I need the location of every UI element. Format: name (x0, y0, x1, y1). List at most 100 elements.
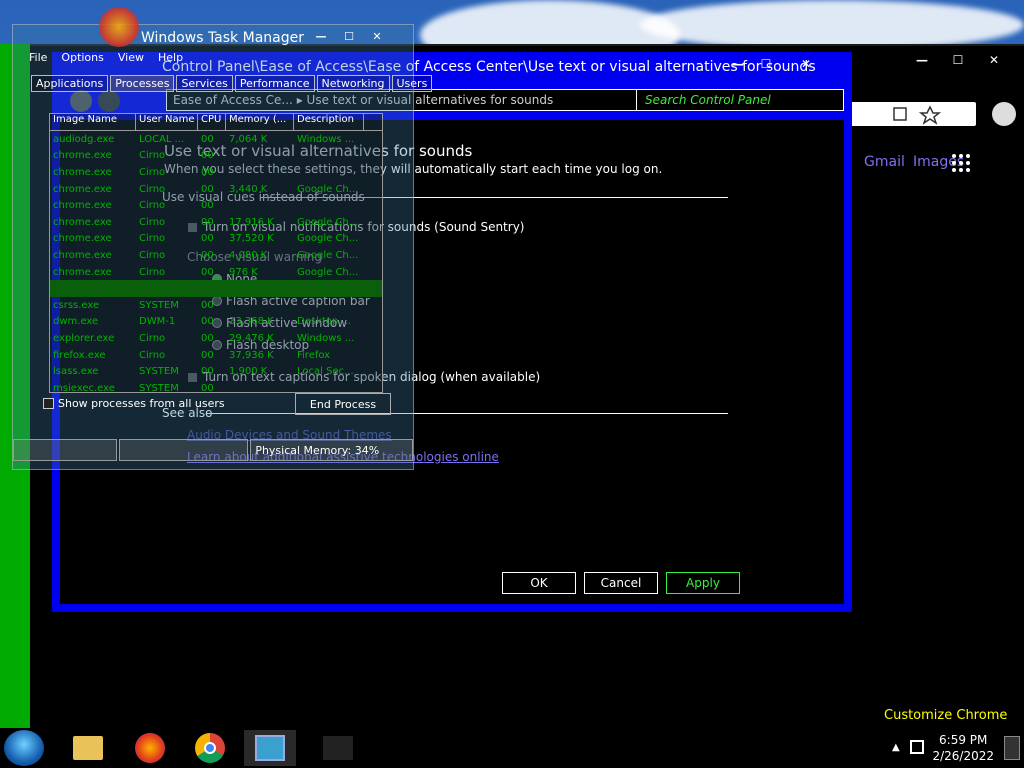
customize-chrome-link[interactable]: Customize Chrome (884, 708, 1007, 723)
cancel-button[interactable]: Cancel (584, 572, 658, 594)
table-cell: Cirno (139, 216, 166, 228)
table-row[interactable]: msiexec.exe SYSTEM 00 (50, 380, 382, 392)
ok-button[interactable]: OK (502, 572, 576, 594)
task-manager-taskbar-icon[interactable] (312, 730, 364, 766)
close-button[interactable]: ✕ (363, 27, 391, 45)
table-row[interactable]: chrome.exe Cirno 00 (50, 164, 382, 181)
table-cell: Cirno (139, 150, 166, 162)
table-cell: 1,900 K (229, 366, 268, 378)
menu-help[interactable]: Help (158, 51, 183, 64)
table-row[interactable]: chrome.exe Cirno 00 17,916 K Google Ch... (50, 214, 382, 231)
control-panel-icon (255, 735, 285, 761)
column-header-cpu[interactable]: CPU (198, 114, 226, 130)
gmail-link[interactable]: Gmail (864, 154, 905, 170)
table-cell: 7,064 K (229, 133, 268, 145)
table-cell: 00 (201, 366, 214, 378)
table-header: Image Name User Name CPU Memory (... Des… (50, 114, 382, 131)
table-cell: Windows ... (297, 332, 355, 344)
minimize-button[interactable]: — (724, 54, 752, 74)
table-cell: 00 (201, 249, 214, 261)
table-cell: chrome.exe (53, 183, 112, 195)
table-cell: firefox.exe (53, 349, 106, 361)
profile-avatar-icon[interactable] (992, 102, 1016, 126)
show-hidden-icons-icon[interactable]: ▲ (892, 742, 900, 753)
apply-button[interactable]: Apply (666, 572, 740, 594)
task-manager-window: Windows Task Manager — ☐ ✕ File Options … (12, 7, 433, 470)
table-cell: 00 (201, 266, 214, 278)
search-input[interactable]: Search Control Panel (636, 89, 844, 111)
table-cell: 17,916 K (229, 216, 274, 228)
star-icon[interactable] (918, 105, 942, 125)
table-cell: chrome.exe (53, 233, 112, 245)
firefox-taskbar-icon[interactable] (124, 730, 176, 766)
checkbox-checked-icon[interactable] (43, 398, 54, 409)
table-cell: Cirno (139, 166, 166, 178)
chrome-taskbar-icon[interactable] (184, 730, 236, 766)
omnibox-icons (893, 105, 942, 125)
share-icon[interactable] (893, 107, 907, 121)
table-row[interactable]: explorer.exe Cirno 00 29,476 K Windows ... (50, 330, 382, 347)
menu-file[interactable]: File (29, 51, 47, 64)
maximize-button[interactable]: ☐ (752, 54, 780, 74)
column-header-image-name[interactable]: Image Name (50, 114, 136, 130)
table-row[interactable]: dwm.exe DWM-1 00 33,368 K Desktop ... (50, 314, 382, 331)
table-cell: Google Ch... (297, 216, 359, 228)
table-cell: chrome.exe (53, 150, 112, 162)
task-manager-icon (323, 736, 353, 760)
table-cell: 3,440 K (229, 183, 268, 195)
column-header-description[interactable]: Description (294, 114, 364, 130)
close-button[interactable]: ✕ (780, 54, 832, 74)
window-controls: — ☐ ✕ (307, 27, 391, 45)
clock-time: 6:59 PM (939, 733, 988, 747)
table-row[interactable]: csrss.exe SYSTEM 00 (50, 297, 382, 314)
start-button-icon[interactable] (4, 730, 44, 766)
tab-performance[interactable]: Performance (234, 75, 315, 92)
table-row[interactable]: chrome.exe Cirno 00 37,520 K Google Ch... (50, 231, 382, 248)
table-cell: 29,476 K (229, 332, 274, 344)
show-desktop-button[interactable] (1004, 736, 1020, 760)
table-cell: Cirno (139, 233, 166, 245)
table-row[interactable]: chrome.exe Cirno 00 976 K Google Ch... (50, 264, 382, 281)
table-cell: chrome.exe (53, 266, 112, 278)
show-all-users-checkbox[interactable]: Show processes from all users (43, 397, 225, 410)
table-row[interactable]: chrome.exe Cirno 00 4,080 K Google Ch... (50, 247, 382, 264)
tab-services[interactable]: Services (176, 75, 233, 92)
minimize-button[interactable]: — (904, 46, 940, 74)
status-cpu (118, 439, 249, 461)
tab-users[interactable]: Users (391, 75, 433, 92)
minimize-button[interactable]: — (307, 27, 335, 45)
control-panel-taskbar-icon[interactable] (244, 730, 296, 766)
table-row[interactable]: audiodg.exe LOCAL ... 00 7,064 K Windows ... (50, 131, 382, 148)
close-button[interactable]: ✕ (976, 46, 1012, 74)
tab-networking[interactable]: Networking (316, 75, 390, 92)
maximize-button[interactable]: ☐ (335, 27, 363, 45)
table-cell: Cirno (139, 200, 166, 212)
table-body: audiodg.exe LOCAL ... 00 7,064 K Windows ...… (50, 131, 382, 392)
tab-processes[interactable]: Processes (110, 75, 175, 92)
tab-applications[interactable]: Applications (31, 75, 109, 92)
table-row[interactable] (50, 280, 382, 297)
table-row[interactable]: chrome.exe Cirno 00 (50, 197, 382, 214)
column-header-user-name[interactable]: User Name (136, 114, 198, 130)
maximize-button[interactable]: ☐ (940, 46, 976, 74)
menu-options[interactable]: Options (61, 51, 103, 64)
table-row[interactable]: chrome.exe Cirno 00 (50, 148, 382, 165)
column-header-memory[interactable]: Memory (... (226, 114, 294, 130)
network-icon[interactable] (910, 740, 924, 754)
table-row[interactable]: chrome.exe Cirno 00 3,440 K Google Ch... (50, 181, 382, 198)
table-cell: Desktop ... (297, 316, 351, 328)
omnibox[interactable] (846, 102, 976, 126)
clock[interactable]: 6:59 PM 2/26/2022 (932, 732, 994, 764)
menu-view[interactable]: View (118, 51, 144, 64)
table-cell: 00 (201, 200, 214, 212)
clock-date: 2/26/2022 (932, 749, 994, 763)
explorer-taskbar-icon[interactable] (62, 730, 114, 766)
end-process-button[interactable]: End Process (295, 393, 391, 415)
table-row[interactable]: firefox.exe Cirno 00 37,936 K Firefox (50, 347, 382, 364)
table-cell: SYSTEM (139, 299, 179, 311)
table-cell: 00 (201, 150, 214, 162)
table-cell: 00 (201, 133, 214, 145)
table-row[interactable]: lsass.exe SYSTEM 00 1,900 K Local Sec... (50, 363, 382, 380)
table-cell: 00 (201, 349, 214, 361)
apps-grid-icon[interactable] (952, 154, 970, 172)
